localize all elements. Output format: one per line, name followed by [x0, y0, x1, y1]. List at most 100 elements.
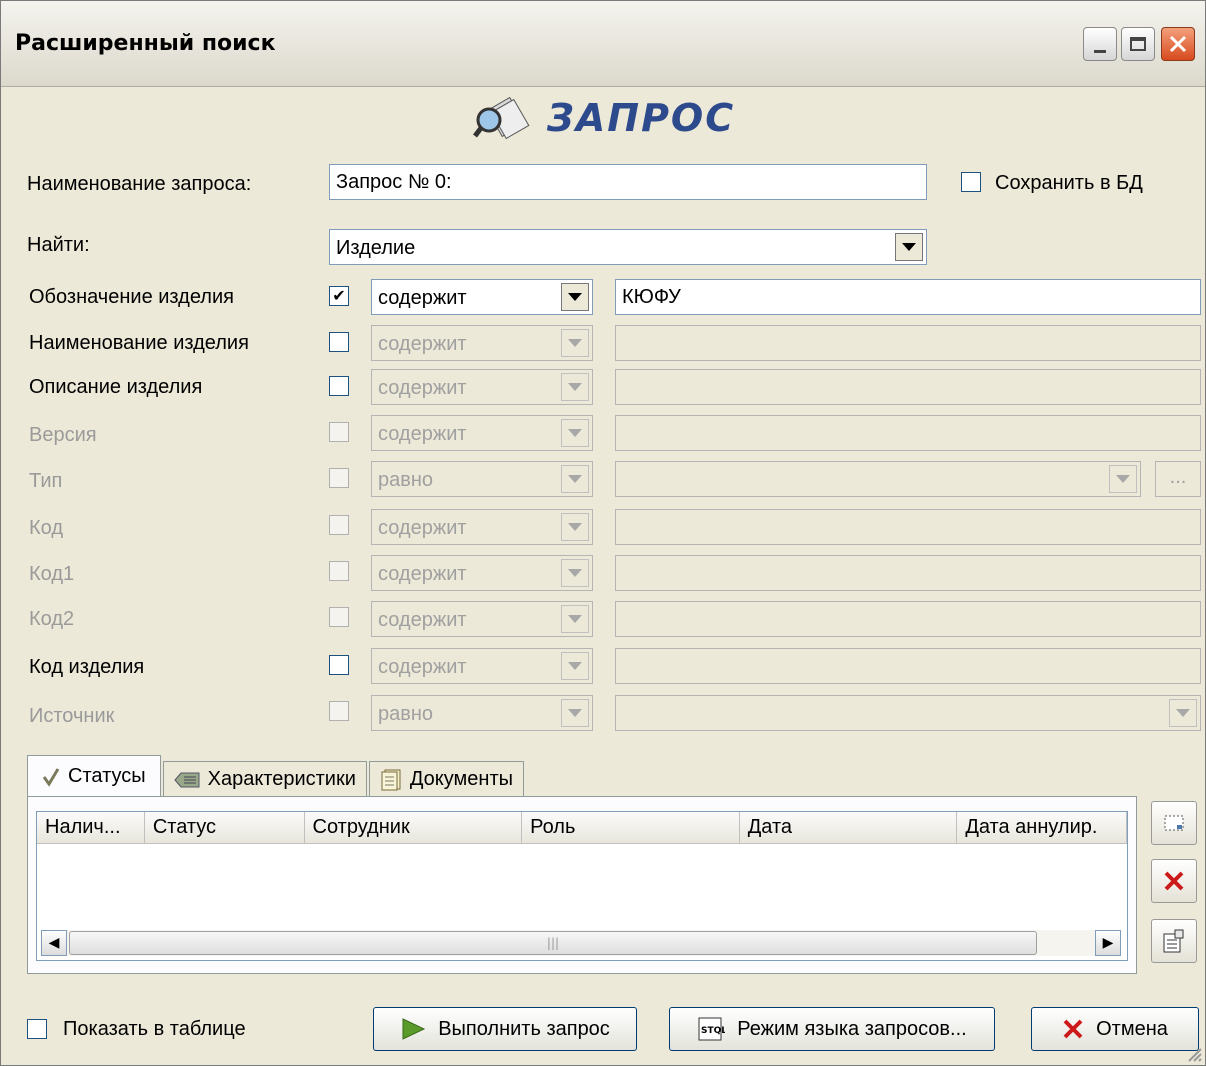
- criterion-checkbox[interactable]: [329, 376, 349, 396]
- criterion-checkbox[interactable]: [329, 607, 349, 627]
- type-browse-button[interactable]: ...: [1155, 461, 1201, 497]
- criterion-checkbox[interactable]: [329, 561, 349, 581]
- column-header[interactable]: Сотрудник: [304, 812, 523, 844]
- criterion-value-input[interactable]: [615, 325, 1201, 361]
- scroll-thumb[interactable]: |||: [69, 931, 1037, 955]
- show-in-table-checkbox[interactable]: [27, 1019, 47, 1039]
- minimize-icon: [1094, 49, 1106, 53]
- chevron-down-icon[interactable]: [895, 233, 923, 261]
- criterion-value-input[interactable]: [615, 555, 1201, 591]
- criterion-operator-value: содержит: [378, 377, 467, 399]
- chevron-down-icon[interactable]: [561, 419, 589, 447]
- source-value-select[interactable]: [615, 695, 1201, 731]
- criterion-checkbox[interactable]: [329, 422, 349, 442]
- chevron-down-icon[interactable]: [561, 513, 589, 541]
- checkmark-icon: [42, 767, 60, 787]
- cancel-button[interactable]: Отмена: [1031, 1007, 1199, 1051]
- cancel-icon: [1063, 1019, 1083, 1039]
- column-header[interactable]: Налич...: [37, 812, 145, 844]
- query-logo-icon: [472, 96, 530, 140]
- criterion-value-input[interactable]: [615, 415, 1201, 451]
- criterion-operator-value: содержит: [378, 333, 467, 355]
- column-header[interactable]: Дата: [739, 812, 958, 844]
- scroll-left-button[interactable]: ◀: [41, 930, 67, 956]
- tab-characteristics[interactable]: Характеристики: [162, 761, 367, 797]
- type-value-select[interactable]: [615, 461, 1141, 497]
- minimize-button[interactable]: [1083, 27, 1117, 61]
- maximize-icon: [1130, 37, 1146, 51]
- criterion-checkbox[interactable]: [329, 468, 349, 488]
- criterion-checkbox[interactable]: [329, 515, 349, 535]
- statuses-panel: Налич... Статус Сотрудник Роль Дата Дата…: [27, 796, 1137, 974]
- criterion-checkbox[interactable]: [329, 655, 349, 675]
- maximize-button[interactable]: [1121, 27, 1155, 61]
- criterion-operator-select[interactable]: равно: [371, 695, 593, 731]
- criterion-label: Обозначение изделия: [29, 286, 234, 308]
- new-item-icon: [1164, 815, 1184, 831]
- add-status-button[interactable]: [1151, 801, 1197, 845]
- chevron-down-icon[interactable]: [561, 699, 589, 727]
- criterion-label: Код1: [29, 563, 75, 585]
- criterion-label: Версия: [29, 424, 97, 446]
- save-to-db-label: Сохранить в БД: [995, 172, 1143, 194]
- delete-status-button[interactable]: [1151, 859, 1197, 903]
- column-header[interactable]: Статус: [144, 812, 305, 844]
- criterion-label: Код: [29, 517, 64, 539]
- chevron-down-icon[interactable]: [561, 373, 589, 401]
- chevron-down-icon[interactable]: [561, 465, 589, 493]
- criterion-checkbox[interactable]: [329, 701, 349, 721]
- criterion-checkbox[interactable]: [329, 332, 349, 352]
- chevron-down-icon[interactable]: [561, 283, 589, 311]
- scroll-track[interactable]: |||: [67, 930, 1095, 956]
- window-title: Расширенный поиск: [15, 31, 276, 56]
- find-select-value: Изделие: [336, 237, 416, 259]
- criterion-value-input[interactable]: КЮФУ: [615, 279, 1201, 315]
- chevron-down-icon[interactable]: [561, 605, 589, 633]
- column-header[interactable]: Роль: [522, 812, 740, 844]
- chevron-down-icon[interactable]: [561, 652, 589, 680]
- scroll-right-button[interactable]: ▶: [1095, 930, 1121, 956]
- stql-icon: STQL: [698, 1017, 725, 1041]
- find-select[interactable]: Изделие: [329, 229, 927, 265]
- document-icon: [381, 769, 401, 790]
- query-name-input[interactable]: Запрос № 0:: [329, 164, 927, 200]
- properties-button[interactable]: [1151, 919, 1197, 963]
- save-to-db-checkbox[interactable]: [961, 172, 981, 192]
- criterion-operator-value: содержит: [378, 517, 467, 539]
- criterion-value-input[interactable]: [615, 369, 1201, 405]
- arrow-left-icon: ◀: [48, 935, 60, 951]
- tab-documents[interactable]: Документы: [368, 761, 525, 797]
- tab-statuses[interactable]: Статусы: [27, 755, 161, 797]
- tab-statuses-label: Статусы: [68, 765, 146, 787]
- close-icon: [1169, 35, 1187, 53]
- chevron-down-icon[interactable]: [561, 329, 589, 357]
- criterion-checkbox[interactable]: ✔: [329, 286, 349, 306]
- criterion-operator-select[interactable]: равно: [371, 461, 593, 497]
- criterion-operator-select[interactable]: содержит: [371, 555, 593, 591]
- run-query-button[interactable]: Выполнить запрос: [373, 1007, 637, 1051]
- column-header[interactable]: Дата аннулир.: [957, 812, 1127, 844]
- resize-grip-icon[interactable]: [1183, 1043, 1203, 1063]
- close-button[interactable]: [1161, 27, 1195, 61]
- detail-tabs: Статусы Характеристики Документы: [27, 755, 526, 797]
- criterion-operator-select[interactable]: содержит: [371, 509, 593, 545]
- chevron-down-icon[interactable]: [561, 559, 589, 587]
- query-language-mode-button[interactable]: STQL Режим языка запросов...: [669, 1007, 995, 1051]
- horizontal-scrollbar[interactable]: ◀ ||| ▶: [41, 930, 1121, 956]
- criterion-value-input[interactable]: [615, 601, 1201, 637]
- criterion-operator-select[interactable]: содержит: [371, 325, 593, 361]
- criterion-operator-value: содержит: [378, 609, 467, 631]
- chevron-down-icon[interactable]: [1169, 699, 1197, 727]
- chevron-down-icon[interactable]: [1109, 465, 1137, 493]
- criterion-operator-select[interactable]: содержит: [371, 601, 593, 637]
- criterion-value-input[interactable]: [615, 648, 1201, 684]
- query-header-title: ЗАПРОС: [546, 96, 736, 140]
- criterion-operator-select[interactable]: содержит: [371, 369, 593, 405]
- criterion-operator-select[interactable]: содержит: [371, 279, 593, 315]
- criterion-label: Наименование изделия: [29, 332, 249, 354]
- criterion-operator-select[interactable]: содержит: [371, 648, 593, 684]
- criterion-operator-select[interactable]: содержит: [371, 415, 593, 451]
- criterion-value-input[interactable]: [615, 509, 1201, 545]
- tag-icon: [173, 772, 200, 787]
- criterion-operator-value: равно: [378, 469, 434, 491]
